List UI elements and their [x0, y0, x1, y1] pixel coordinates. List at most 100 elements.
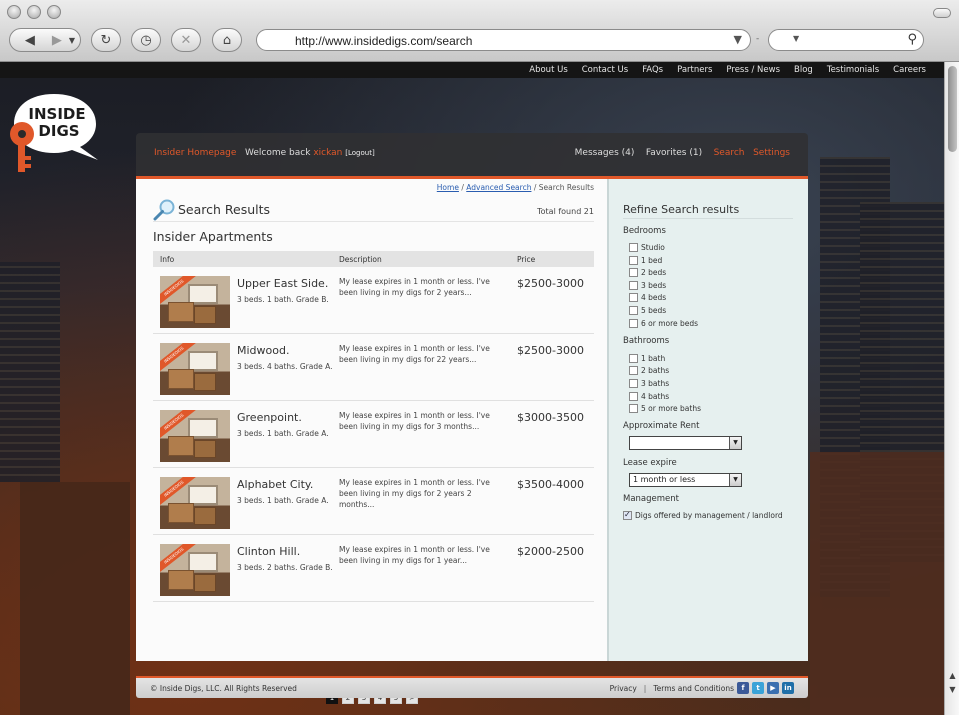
reload-icon: ↻ [100, 32, 112, 48]
listing-row[interactable]: INSIDEDIGS Upper East Side. 3 beds. 1 bath… [153, 267, 594, 334]
logout-link[interactable]: [Logout] [345, 149, 374, 157]
search-icon[interactable]: ⚲ [907, 32, 917, 47]
checkbox[interactable] [629, 305, 638, 315]
address-bar[interactable]: http://www.insidedigs.com/search ▼ [256, 29, 751, 51]
bedrooms-option[interactable]: 3 beds [629, 279, 666, 291]
scroll-up-icon[interactable]: ▲ [947, 671, 958, 682]
listing-name[interactable]: Upper East Side. [237, 277, 328, 290]
history-button[interactable]: ◷ [131, 28, 161, 52]
settings-link[interactable]: Settings [753, 148, 790, 158]
checkbox[interactable] [629, 318, 638, 328]
listing-row[interactable]: INSIDEDIGS Clinton Hill. 3 beds. 2 baths. … [153, 535, 594, 602]
checkbox[interactable] [629, 280, 638, 290]
checkbox[interactable] [629, 267, 638, 277]
chevron-down-icon[interactable]: ▼ [729, 474, 741, 486]
top-navigation: About Us Contact Us FAQs Partners Press … [0, 62, 944, 78]
nav-press-news[interactable]: Press / News [726, 65, 780, 75]
listing-thumbnail[interactable]: INSIDEDIGS [160, 343, 230, 395]
column-info: Info [160, 255, 175, 264]
listing-thumbnail[interactable]: INSIDEDIGS [160, 544, 230, 596]
breadcrumb-home[interactable]: Home [437, 183, 459, 192]
inside-digs-logo[interactable]: INSIDE DIGS [8, 90, 102, 174]
history-dropdown-icon[interactable]: ▼ [69, 36, 75, 45]
listing-name[interactable]: Midwood. [237, 344, 289, 357]
nav-contact-us[interactable]: Contact Us [582, 65, 628, 75]
listing-price: $3000-3500 [517, 411, 584, 424]
checkbox[interactable] [629, 255, 638, 265]
window-minimize-button[interactable] [27, 5, 41, 19]
management-option[interactable]: Digs offered by management / landlord [623, 509, 783, 521]
scrollbar-thumb[interactable] [948, 66, 957, 152]
page-footer: © Inside Digs, LLC. All Rights Reserved … [136, 676, 808, 698]
search-link[interactable]: Search [714, 148, 745, 158]
favorites-link[interactable]: Favorites (1) [646, 148, 702, 158]
home-button[interactable]: ⌂ [212, 28, 242, 52]
nav-faqs[interactable]: FAQs [642, 65, 663, 75]
listing-description: My lease expires in 1 month or less. I'v… [339, 277, 490, 297]
search-engine-dropdown-icon[interactable]: ▼ [793, 34, 799, 43]
bedrooms-option[interactable]: 4 beds [629, 291, 666, 303]
browser-toolbar: ◀ ▶ ▼ ↻ ◷ ✕ ⌂ http://www.insidedigs.com/… [0, 0, 959, 62]
chevron-down-icon[interactable]: ▼ [734, 33, 742, 46]
reload-button[interactable]: ↻ [91, 28, 121, 52]
privacy-link[interactable]: Privacy [610, 684, 637, 693]
bathrooms-option[interactable]: 4 baths [629, 390, 669, 402]
window-close-button[interactable] [7, 5, 21, 19]
bathrooms-option[interactable]: 3 baths [629, 377, 669, 389]
bedrooms-option[interactable]: 2 beds [629, 266, 666, 278]
back-arrow-icon[interactable]: ◀ [15, 33, 45, 48]
bathrooms-option[interactable]: 5 or more baths [629, 402, 701, 414]
nav-testimonials[interactable]: Testimonials [827, 65, 879, 75]
listing-thumbnail[interactable]: INSIDEDIGS [160, 477, 230, 529]
checkbox[interactable] [629, 403, 638, 413]
nav-blog[interactable]: Blog [794, 65, 813, 75]
listing-thumbnail[interactable]: INSIDEDIGS [160, 410, 230, 462]
listing-row[interactable]: INSIDEDIGS Alphabet City. 3 beds. 1 bath. … [153, 468, 594, 535]
chevron-down-icon[interactable]: ▼ [729, 437, 741, 449]
insider-homepage-link[interactable]: Insider Homepage [154, 148, 236, 158]
lease-select[interactable]: 1 month or less ▼ [629, 473, 742, 487]
window-zoom-button[interactable] [47, 5, 61, 19]
username-link[interactable]: xickan [313, 148, 342, 158]
vertical-scrollbar[interactable]: ▲ ▼ [944, 62, 959, 715]
bedrooms-option[interactable]: 5 beds [629, 304, 666, 316]
listing-name[interactable]: Clinton Hill. [237, 545, 300, 558]
stop-button[interactable]: ✕ [171, 28, 201, 52]
rent-select[interactable]: ▼ [629, 436, 742, 450]
toolbar-toggle-button[interactable] [933, 8, 951, 18]
checkbox[interactable] [629, 242, 638, 252]
checkbox[interactable] [629, 391, 638, 401]
youtube-icon[interactable]: ▶ [767, 682, 779, 694]
twitter-icon[interactable]: t [752, 682, 764, 694]
forward-arrow-icon[interactable]: ▶ [45, 33, 69, 48]
checkbox-checked[interactable] [623, 510, 632, 520]
breadcrumb-advanced-search[interactable]: Advanced Search [466, 183, 531, 192]
linkedin-icon[interactable]: in [782, 682, 794, 694]
nav-partners[interactable]: Partners [677, 65, 712, 75]
bathrooms-option[interactable]: 2 baths [629, 364, 669, 376]
checkbox[interactable] [629, 353, 638, 363]
listing-row[interactable]: INSIDEDIGS Midwood. 3 beds. 4 baths. Grade… [153, 334, 594, 401]
bedrooms-option[interactable]: 1 bed [629, 254, 662, 266]
listing-thumbnail[interactable]: INSIDEDIGS [160, 276, 230, 328]
bathrooms-option[interactable]: 1 bath [629, 352, 665, 364]
listing-name[interactable]: Alphabet City. [237, 478, 313, 491]
browser-search-field[interactable]: ▼ ⚲ [768, 29, 924, 51]
listing-name[interactable]: Greenpoint. [237, 411, 302, 424]
checkbox[interactable] [629, 378, 638, 388]
magnifier-icon [153, 199, 175, 221]
listing-row[interactable]: INSIDEDIGS Greenpoint. 3 beds. 1 bath. Gra… [153, 401, 594, 468]
url-text[interactable]: http://www.insidedigs.com/search [295, 34, 472, 48]
social-links: f t ▶ in [737, 682, 794, 694]
scroll-down-icon[interactable]: ▼ [947, 685, 958, 696]
facebook-icon[interactable]: f [737, 682, 749, 694]
bedrooms-option[interactable]: Studio [629, 241, 665, 253]
breadcrumb-separator: / [533, 183, 537, 192]
bedrooms-option[interactable]: 6 or more beds [629, 317, 698, 329]
nav-careers[interactable]: Careers [893, 65, 926, 75]
checkbox[interactable] [629, 292, 638, 302]
terms-link[interactable]: Terms and Conditions [653, 684, 734, 693]
messages-link[interactable]: Messages (4) [575, 148, 635, 158]
checkbox[interactable] [629, 365, 638, 375]
nav-about-us[interactable]: About Us [529, 65, 567, 75]
